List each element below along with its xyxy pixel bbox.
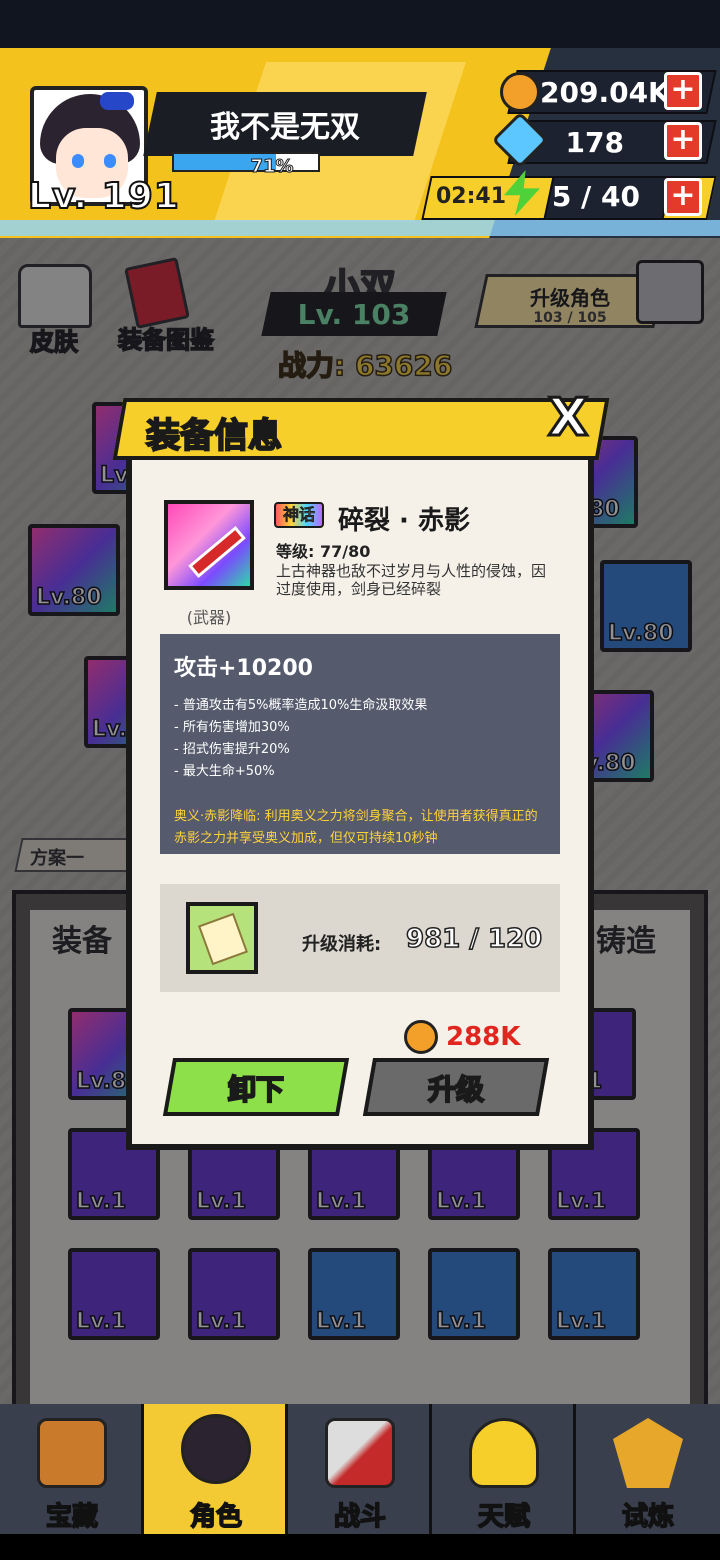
stat-line: - 所有伤害增加30% <box>174 720 290 735</box>
upgrade-cost-label: 升级消耗: <box>302 934 382 955</box>
gold-coin-icon <box>500 72 540 112</box>
nav-character[interactable]: 角色 <box>144 1404 288 1534</box>
item-name: 碎裂 · 赤影 <box>338 506 470 536</box>
nav-trial[interactable]: 试炼 <box>576 1404 720 1534</box>
add-gems-button[interactable]: + <box>664 122 702 160</box>
player-name: 我不是无双 <box>210 110 360 145</box>
item-type: (武器) <box>186 608 232 627</box>
gold-cost: 288K <box>446 1022 521 1052</box>
rarity-badge: 神话 <box>274 502 324 528</box>
add-gold-button[interactable]: + <box>664 72 702 110</box>
stat-line: - 普通攻击有5%概率造成10%生命汲取效果 <box>174 698 428 713</box>
item-description: 上古神器也敌不过岁月与人性的侵蚀，因过度使用，剑身已经碎裂 <box>276 562 547 598</box>
close-icon[interactable]: X <box>542 391 594 446</box>
special-skill-text: 奥义·赤影降临: 利用奥义之力将剑身聚合，让使用者获得真正的赤影之力并享受奥义加… <box>174 809 538 846</box>
battle-swords-icon <box>325 1418 395 1488</box>
nav-battle[interactable]: 战斗 <box>288 1404 432 1534</box>
add-energy-button[interactable]: + <box>664 178 702 216</box>
character-icon <box>181 1414 251 1484</box>
nav-talent[interactable]: 天赋 <box>432 1404 576 1534</box>
upgrade-button-label[interactable]: 升级 <box>368 1068 544 1108</box>
nav-label: 宝藏 <box>45 1501 99 1533</box>
gold-value: 209.04K <box>540 76 670 109</box>
gem-value: 178 <box>565 126 624 159</box>
system-nav-bar <box>0 1534 720 1560</box>
nav-label: 角色 <box>189 1501 243 1533</box>
item-level: 等级: 77/80 <box>276 542 371 561</box>
treasure-chest-icon <box>37 1418 107 1488</box>
main-stat: 攻击+10200 <box>174 656 313 681</box>
status-bar <box>0 0 720 48</box>
lightbulb-icon <box>469 1418 539 1488</box>
stat-line: - 最大生命+50% <box>174 764 275 779</box>
gold-coin-icon <box>404 1020 438 1054</box>
player-level: Lv. 191 <box>27 175 180 218</box>
trial-emblem-icon <box>613 1418 683 1488</box>
upgrade-cost-value: 981 / 120 <box>405 923 543 955</box>
energy-value: 5 / 40 <box>551 180 640 213</box>
unequip-button-label[interactable]: 卸下 <box>168 1068 344 1108</box>
nav-treasure[interactable]: 宝藏 <box>0 1404 144 1534</box>
energy-timer: 02:41 <box>436 184 507 209</box>
exp-percent: 71% <box>250 156 294 178</box>
nav-label: 试炼 <box>621 1501 675 1533</box>
nav-label: 战斗 <box>333 1501 387 1533</box>
nav-label: 天赋 <box>477 1501 531 1533</box>
dialog-title: 装备信息 <box>145 415 283 457</box>
sword-item-icon <box>164 500 254 590</box>
stat-line: - 招式伤害提升20% <box>174 742 290 757</box>
scroll-material-icon <box>186 902 258 974</box>
